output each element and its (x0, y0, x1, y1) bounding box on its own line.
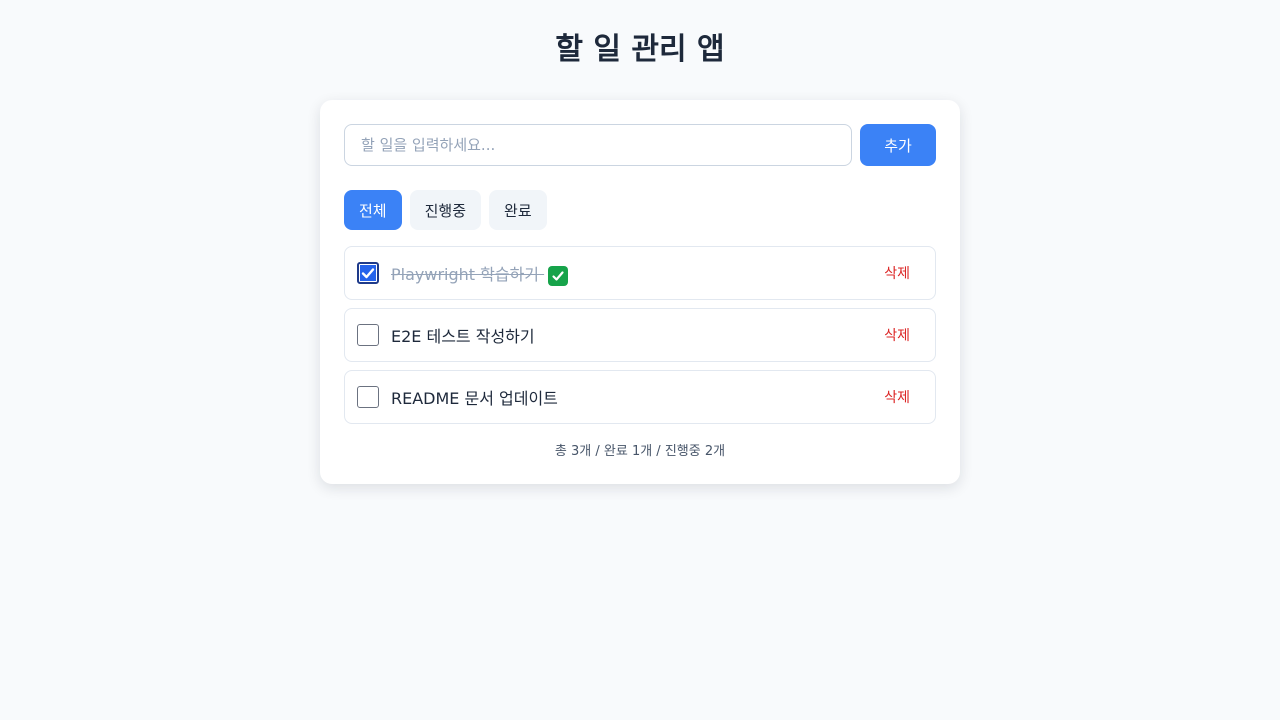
filter-active-button[interactable]: 진행중 (409, 190, 482, 230)
checkmark-icon (361, 268, 375, 279)
check-mark-button-icon (548, 265, 569, 286)
todo-item: Playwright 학습하기 삭제 (344, 246, 936, 300)
todo-item: README 문서 업데이트 삭제 (344, 370, 936, 424)
add-button[interactable]: 추가 (860, 124, 936, 166)
todo-checkbox[interactable] (357, 262, 379, 284)
delete-button[interactable]: 삭제 (871, 259, 923, 287)
todo-text: E2E 테스트 작성하기 (391, 327, 535, 346)
filter-done-button[interactable]: 완료 (489, 190, 547, 230)
delete-button[interactable]: 삭제 (871, 321, 923, 349)
todo-checkbox[interactable] (357, 386, 379, 408)
filter-all-button[interactable]: 전체 (344, 190, 402, 230)
todo-text: README 문서 업데이트 (391, 389, 558, 408)
delete-button[interactable]: 삭제 (871, 383, 923, 411)
todo-item: E2E 테스트 작성하기 삭제 (344, 308, 936, 362)
todo-summary: 총 3개 / 완료 1개 / 진행중 2개 (554, 444, 726, 459)
input-row: 추가 (344, 124, 936, 166)
todo-text: Playwright 학습하기 (391, 261, 871, 286)
todo-card: 추가 전체 진행중 완료 Playwright 학습하기 삭제 E2E 테스트 … (320, 100, 960, 484)
todo-input[interactable] (344, 124, 852, 166)
filter-tabs: 전체 진행중 완료 (344, 190, 936, 230)
todo-list: Playwright 학습하기 삭제 E2E 테스트 작성하기 삭제 READM… (344, 246, 936, 424)
page-title: 할 일 관리 앱 (555, 32, 725, 67)
todo-checkbox[interactable] (357, 324, 379, 346)
